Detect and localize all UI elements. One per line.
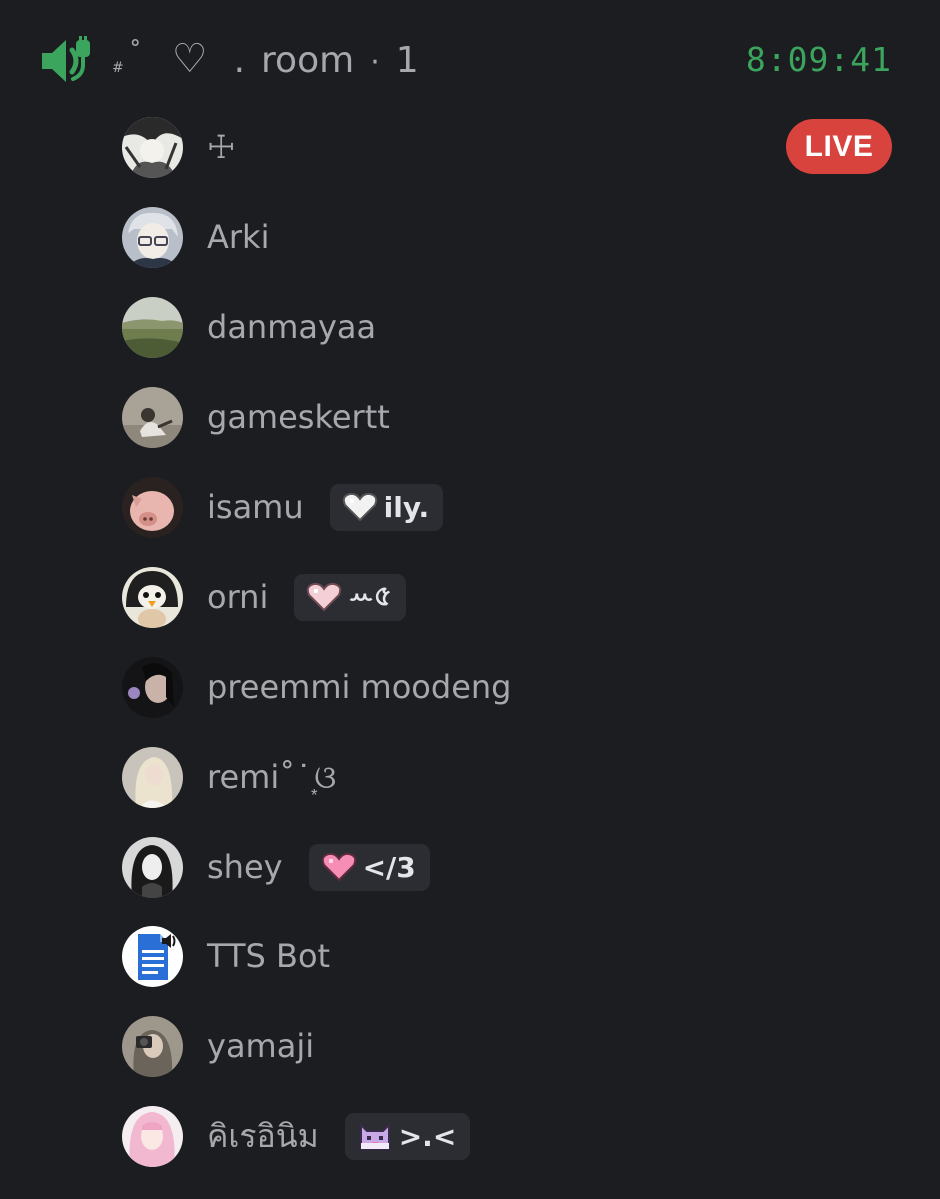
voice-user[interactable]: gameskertt	[122, 386, 882, 448]
status-text: </3	[362, 850, 416, 884]
username: gameskertt	[207, 398, 390, 436]
username: remi˚ ͘ ͙ଓ	[207, 757, 337, 796]
voice-user[interactable]: danmayaa	[122, 296, 882, 358]
avatar-tts-document	[122, 925, 183, 987]
call-timer: 8:09:41	[745, 40, 892, 79]
separator: ·	[370, 45, 380, 80]
status-text: >.<	[398, 1119, 457, 1153]
voice-user[interactable]: TTS Bot	[122, 925, 882, 987]
username: yamaji	[207, 1027, 315, 1065]
voice-user[interactable]: isamu ily.	[122, 476, 882, 538]
speaker-connected-icon	[42, 36, 90, 82]
user-count: 1	[395, 40, 419, 81]
voice-user[interactable]: คิเรอินิม >.<	[122, 1105, 882, 1167]
username: orni	[207, 578, 269, 616]
avatar-penguin	[122, 566, 183, 628]
avatar-anime-glasses	[122, 206, 183, 268]
username: danmayaa	[207, 308, 377, 346]
avatar-manga-character	[122, 116, 183, 178]
custom-status[interactable]: ꕀ৫	[294, 573, 406, 621]
white-heart-icon	[342, 492, 377, 522]
avatar-landscape	[122, 296, 183, 358]
username: คิเรอินิม	[207, 1116, 319, 1155]
username: TTS Bot	[207, 937, 331, 975]
username: preemmi moodeng	[207, 668, 512, 706]
pink-heart-icon	[307, 582, 342, 612]
voice-user[interactable]: yamaji	[122, 1015, 882, 1077]
voice-user[interactable]: orni ꕀ৫	[122, 566, 882, 628]
avatar-camera-selfie	[122, 1015, 183, 1077]
voice-user[interactable]: remi˚ ͘ ͙ଓ	[122, 746, 882, 808]
heart-deco: ♡	[171, 36, 208, 82]
status-text: ꕀ৫	[348, 578, 392, 612]
pixel-cat-icon	[359, 1122, 390, 1150]
avatar-pig	[122, 476, 183, 538]
avatar-bw-portrait	[122, 836, 183, 898]
username: isamu	[207, 488, 304, 526]
voice-channel-header[interactable]: # ˚ ♡ . room · 1 8:09:41	[0, 0, 940, 120]
voice-user[interactable]: preemmi moodeng	[122, 656, 882, 718]
voice-user[interactable]: shey </3	[122, 836, 882, 898]
username: shey	[207, 848, 283, 886]
custom-status[interactable]: </3	[308, 843, 430, 891]
username: Arki	[207, 218, 270, 256]
avatar-blonde	[122, 746, 183, 808]
channel-title: room	[261, 40, 355, 81]
avatar-person-sitting	[122, 386, 183, 448]
avatar-dark-portrait	[122, 656, 183, 718]
pink-heart-icon	[321, 852, 356, 882]
voice-user[interactable]: ☩	[122, 116, 882, 178]
status-text: ily.	[383, 490, 430, 524]
channel-name: # ˚ ♡ . room · 1	[112, 36, 419, 88]
channel-dot: .	[233, 40, 246, 81]
avatar-pink-hair	[122, 1105, 183, 1167]
channel-prefix: #	[112, 60, 125, 76]
channel-deco: ˚	[128, 39, 142, 69]
custom-status[interactable]: >.<	[344, 1112, 471, 1160]
username: ☩	[207, 128, 236, 166]
custom-status[interactable]: ily.	[329, 483, 444, 531]
voice-user[interactable]: Arki	[122, 206, 882, 268]
